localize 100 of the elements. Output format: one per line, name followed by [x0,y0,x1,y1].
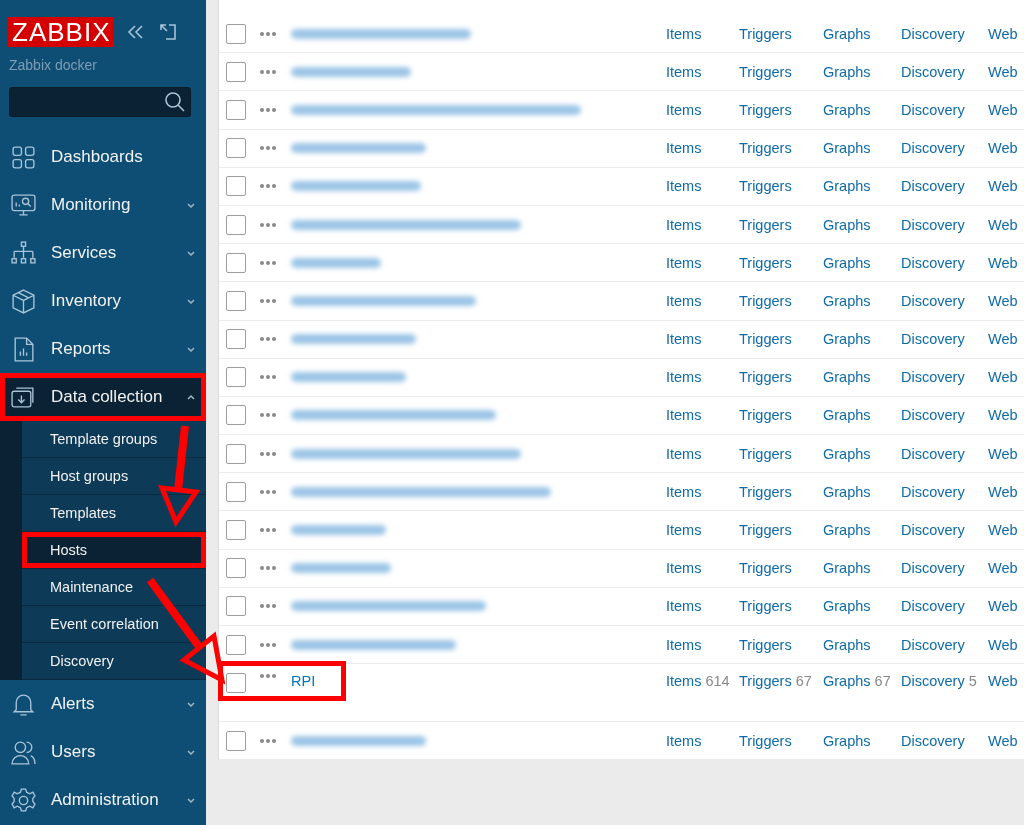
host-section-link[interactable]: Discovery [901,216,988,233]
host-section-link[interactable]: Items [666,522,739,539]
host-section-link[interactable]: Discovery 5 [901,673,988,690]
host-section-link[interactable]: Graphs [823,216,901,233]
more-icon[interactable] [259,221,277,228]
host-section-link[interactable]: Graphs [823,636,901,653]
host-section-link[interactable]: Graphs [823,598,901,615]
more-icon[interactable] [259,488,277,495]
host-section-link[interactable]: Web [988,178,1024,195]
row-checkbox[interactable] [226,138,246,159]
host-section-link[interactable]: Triggers [739,560,823,577]
submenu-item[interactable]: Template groups [22,421,206,458]
row-checkbox[interactable] [226,558,246,579]
host-section-link[interactable]: Discovery [901,25,988,42]
host-section-link[interactable]: Web [988,369,1024,386]
more-icon[interactable] [259,527,277,534]
more-icon[interactable] [259,673,277,680]
submenu-item[interactable]: Templates [22,495,206,532]
host-section-link[interactable]: Web [988,254,1024,271]
submenu-item[interactable]: Host groups [22,458,206,495]
host-section-link[interactable]: Items 614 [666,673,739,690]
host-section-link[interactable]: Discovery [901,292,988,309]
more-icon[interactable] [259,145,277,152]
host-section-link[interactable]: Discovery [901,636,988,653]
host-section-link[interactable]: Items [666,732,739,749]
host-section-link[interactable]: Triggers [739,331,823,348]
host-section-link[interactable]: Discovery [901,140,988,157]
row-checkbox[interactable] [226,176,246,197]
more-icon[interactable] [259,603,277,610]
host-section-link[interactable]: Graphs [823,25,901,42]
more-icon[interactable] [259,641,277,648]
host-section-link[interactable]: Web [988,25,1024,42]
host-section-link[interactable]: Graphs [823,369,901,386]
host-section-link[interactable]: Web [988,140,1024,157]
host-section-link[interactable]: Triggers [739,445,823,462]
host-section-link[interactable]: Web [988,636,1024,653]
submenu-item[interactable]: Discovery [22,643,206,680]
menu-item[interactable]: Data collection [0,373,206,421]
more-icon[interactable] [259,30,277,37]
host-section-link[interactable]: Web [988,101,1024,118]
host-section-link[interactable]: Discovery [901,254,988,271]
host-section-link[interactable]: Discovery [901,407,988,424]
host-section-link[interactable]: Discovery [901,331,988,348]
host-section-link[interactable]: Items [666,254,739,271]
host-section-link[interactable]: Web [988,560,1024,577]
host-section-link[interactable]: Graphs [823,522,901,539]
host-section-link[interactable]: Discovery [901,178,988,195]
host-section-link[interactable]: Discovery [901,560,988,577]
host-section-link[interactable]: Triggers [739,636,823,653]
host-section-link[interactable]: Web [988,292,1024,309]
row-checkbox[interactable] [226,730,246,751]
host-section-link[interactable]: Items [666,560,739,577]
host-section-link[interactable]: Web [988,63,1024,80]
more-icon[interactable] [259,374,277,381]
host-section-link[interactable]: Graphs 67 [823,673,901,690]
host-section-link[interactable]: Items [666,369,739,386]
more-icon[interactable] [259,297,277,304]
row-checkbox[interactable] [226,99,246,120]
host-section-link[interactable]: Web [988,216,1024,233]
host-section-link[interactable]: Triggers [739,101,823,118]
menu-item[interactable]: Services [0,229,206,277]
host-section-link[interactable]: Items [666,140,739,157]
host-section-link[interactable]: Web [988,483,1024,500]
host-section-link[interactable]: Web [988,331,1024,348]
more-icon[interactable] [259,259,277,266]
host-section-link[interactable]: Web [988,598,1024,615]
host-section-link[interactable]: Items [666,331,739,348]
more-icon[interactable] [259,737,277,744]
host-section-link[interactable]: Items [666,25,739,42]
host-section-link[interactable]: Triggers [739,292,823,309]
host-section-link[interactable]: Graphs [823,140,901,157]
host-section-link[interactable]: Graphs [823,63,901,80]
host-link[interactable]: RPI [291,673,316,690]
host-section-link[interactable]: Graphs [823,445,901,462]
row-checkbox[interactable] [226,634,246,655]
host-section-link[interactable]: Triggers [739,598,823,615]
row-checkbox[interactable] [226,214,246,235]
row-checkbox[interactable] [226,596,246,617]
search-field[interactable] [9,87,191,117]
menu-item[interactable]: Monitoring [0,181,206,229]
host-section-link[interactable]: Items [666,636,739,653]
host-section-link[interactable]: Graphs [823,331,901,348]
host-section-link[interactable]: Triggers [739,254,823,271]
more-icon[interactable] [259,183,277,190]
row-checkbox[interactable] [226,673,246,694]
host-section-link[interactable]: Graphs [823,254,901,271]
host-section-link[interactable]: Triggers [739,522,823,539]
host-section-link[interactable]: Items [666,292,739,309]
row-checkbox[interactable] [226,290,246,311]
more-icon[interactable] [259,68,277,75]
row-checkbox[interactable] [226,481,246,502]
host-section-link[interactable]: Discovery [901,101,988,118]
row-checkbox[interactable] [226,252,246,273]
host-section-link[interactable]: Discovery [901,369,988,386]
expand-icon[interactable] [158,22,179,42]
menu-item[interactable]: Reports [0,325,206,373]
submenu-item[interactable]: Hosts [22,532,206,569]
host-section-link[interactable]: Graphs [823,560,901,577]
host-section-link[interactable]: Triggers [739,178,823,195]
row-checkbox[interactable] [226,367,246,388]
